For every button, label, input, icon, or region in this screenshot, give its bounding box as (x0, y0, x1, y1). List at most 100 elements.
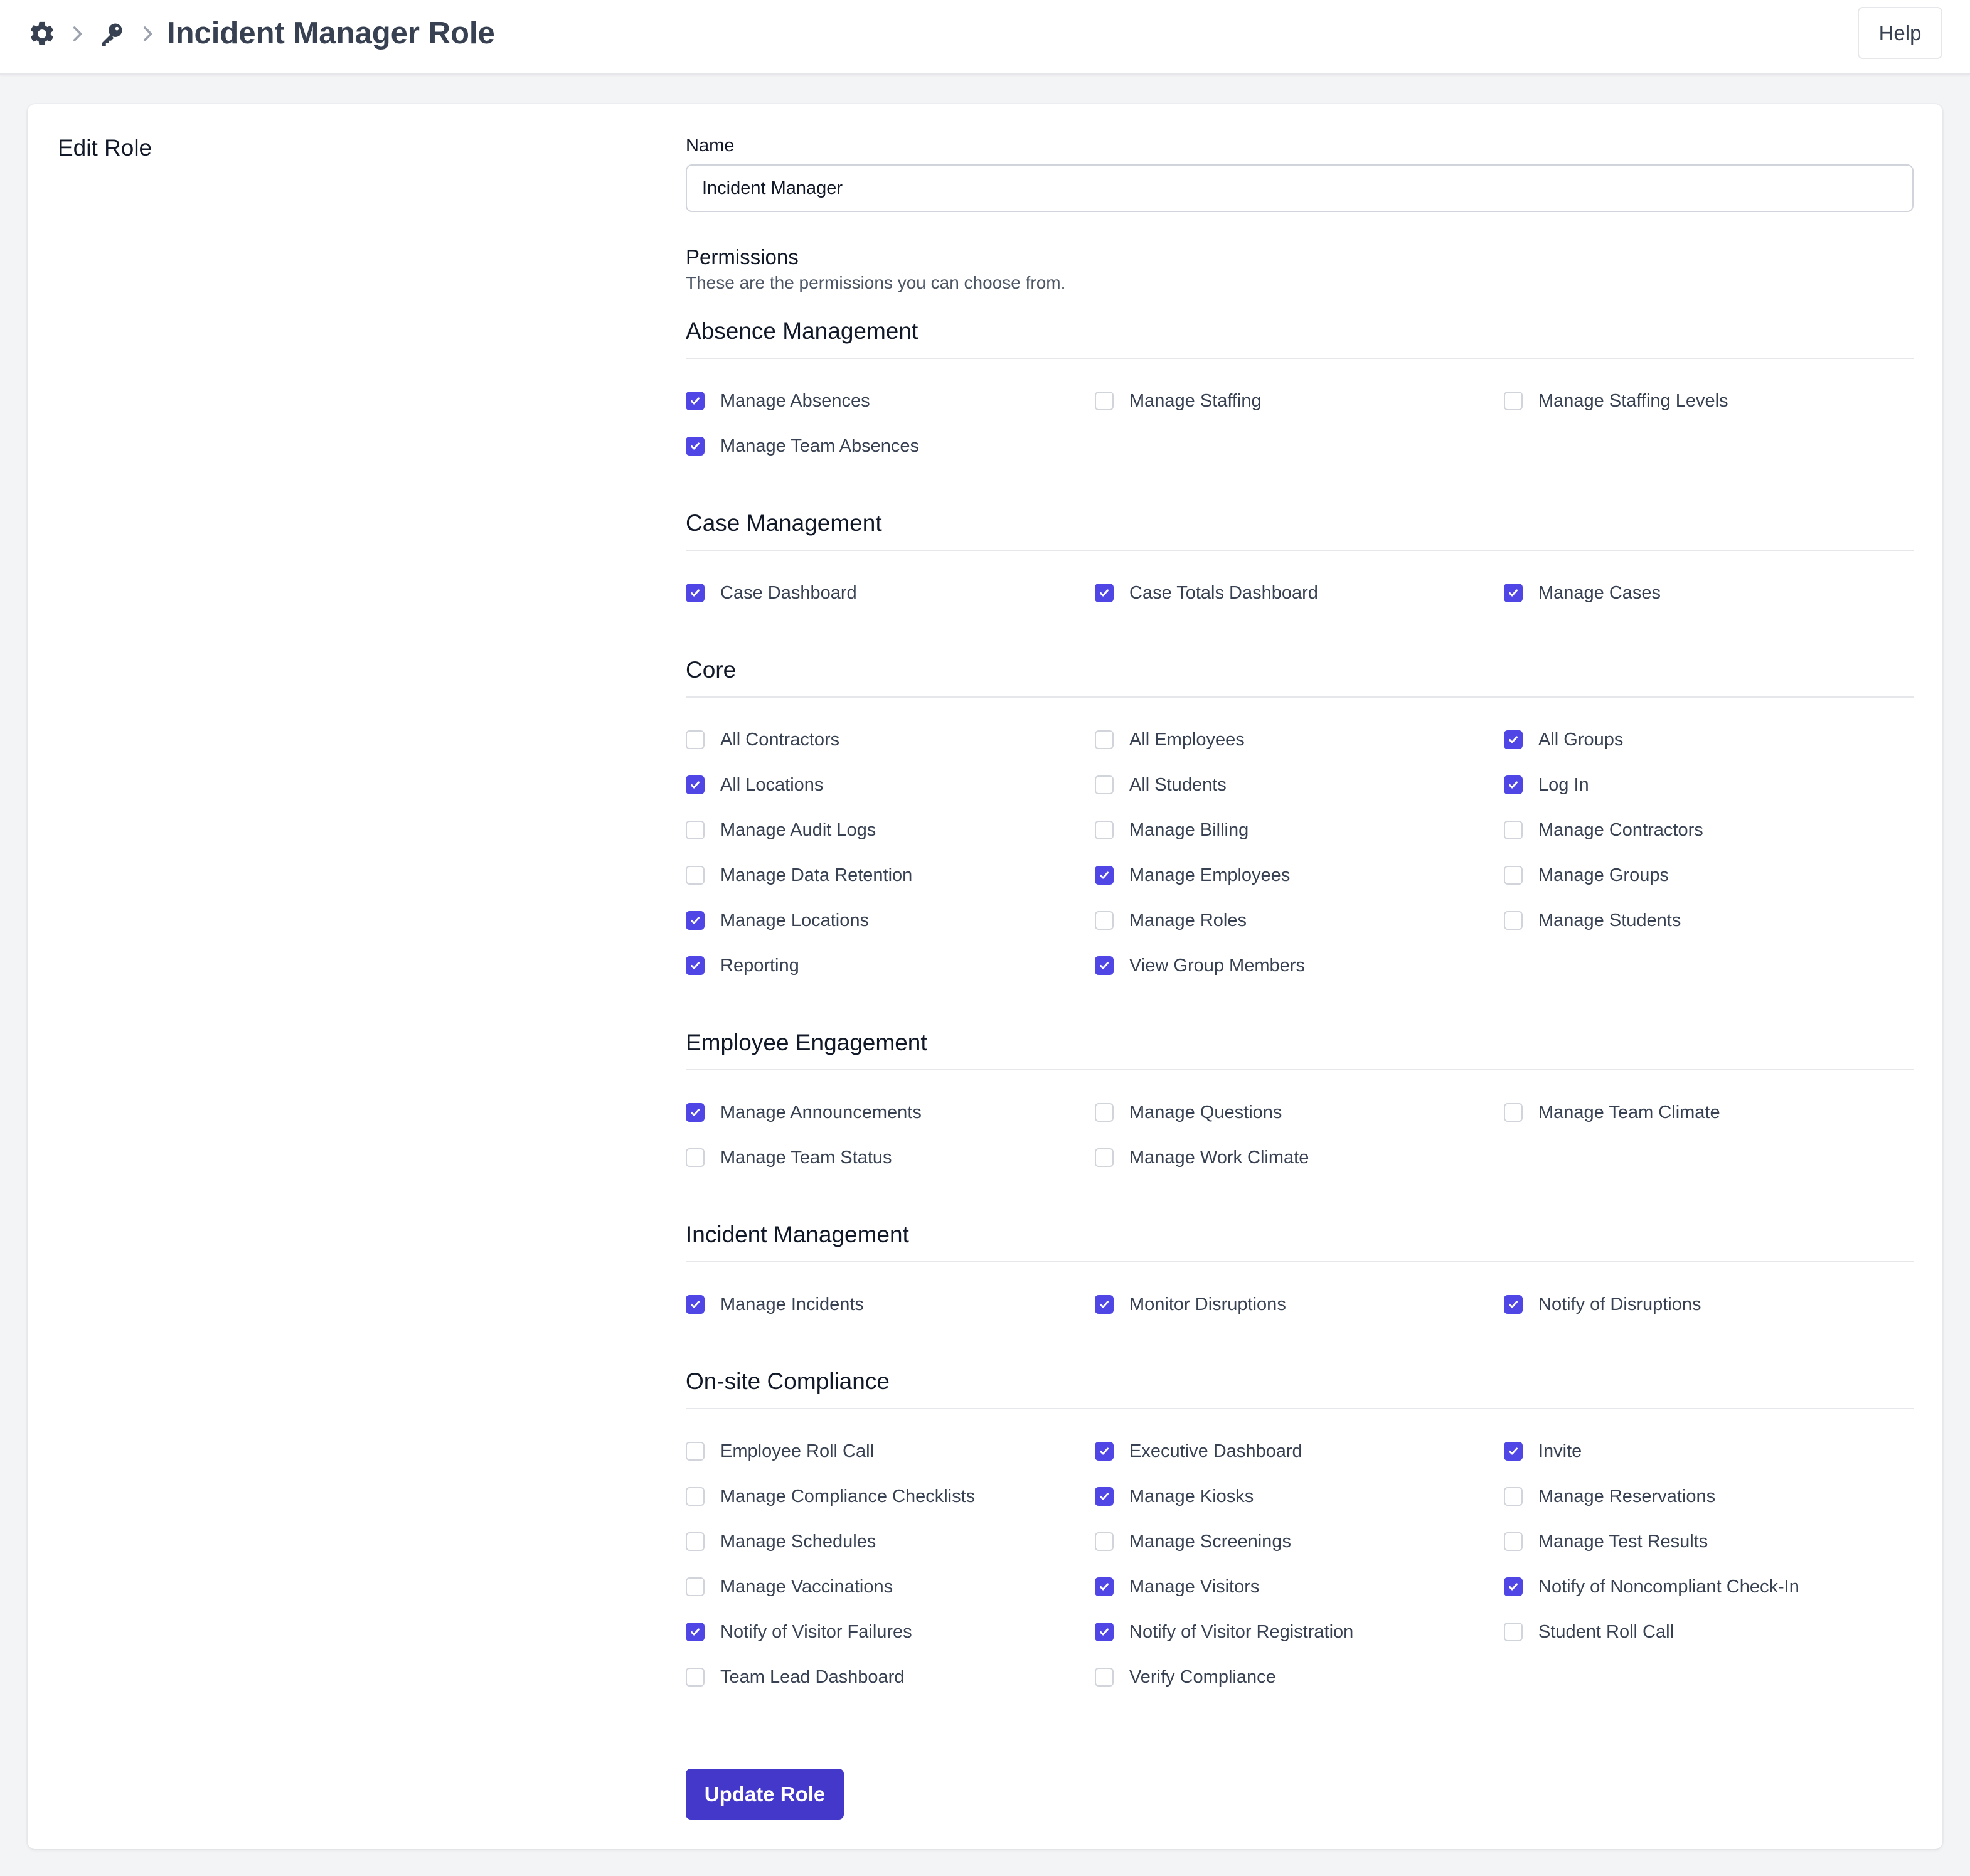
permission-checkbox[interactable] (1095, 866, 1114, 885)
permission-monitor-disruptions[interactable]: Monitor Disruptions (1095, 1292, 1286, 1317)
permission-checkbox[interactable] (1095, 1442, 1114, 1461)
help-button[interactable]: Help (1858, 7, 1942, 59)
permission-manage-locations[interactable]: Manage Locations (686, 908, 869, 933)
permission-manage-audit-logs[interactable]: Manage Audit Logs (686, 818, 876, 843)
permission-checkbox[interactable] (1504, 1532, 1523, 1551)
permission-invite[interactable]: Invite (1504, 1439, 1582, 1464)
permission-checkbox[interactable] (1095, 1532, 1114, 1551)
permission-checkbox[interactable] (1095, 1103, 1114, 1122)
permission-checkbox[interactable] (1504, 1577, 1523, 1596)
permission-manage-vaccinations[interactable]: Manage Vaccinations (686, 1574, 893, 1599)
permission-manage-announcements[interactable]: Manage Announcements (686, 1100, 922, 1125)
permission-manage-contractors[interactable]: Manage Contractors (1504, 818, 1703, 843)
permission-checkbox[interactable] (1095, 1487, 1114, 1506)
permission-manage-questions[interactable]: Manage Questions (1095, 1100, 1282, 1125)
permission-manage-staffing[interactable]: Manage Staffing (1095, 388, 1262, 413)
permission-checkbox[interactable] (1504, 866, 1523, 885)
permission-manage-staffing-levels[interactable]: Manage Staffing Levels (1504, 388, 1728, 413)
permission-checkbox[interactable] (686, 392, 705, 410)
permission-checkbox[interactable] (1095, 956, 1114, 975)
permission-employee-roll-call[interactable]: Employee Roll Call (686, 1439, 874, 1464)
permission-checkbox[interactable] (1095, 911, 1114, 930)
permission-executive-dashboard[interactable]: Executive Dashboard (1095, 1439, 1302, 1464)
permission-manage-cases[interactable]: Manage Cases (1504, 580, 1661, 605)
permission-checkbox[interactable] (1095, 392, 1114, 410)
permission-manage-work-climate[interactable]: Manage Work Climate (1095, 1145, 1309, 1170)
permission-manage-team-status[interactable]: Manage Team Status (686, 1145, 892, 1170)
permission-manage-employees[interactable]: Manage Employees (1095, 863, 1290, 888)
permission-checkbox[interactable] (1504, 821, 1523, 839)
key-icon[interactable] (97, 19, 126, 48)
permission-checkbox[interactable] (686, 911, 705, 930)
permission-checkbox[interactable] (1095, 584, 1114, 602)
permission-checkbox[interactable] (686, 437, 705, 456)
permission-checkbox[interactable] (686, 956, 705, 975)
permission-log-in[interactable]: Log In (1504, 772, 1589, 797)
permission-checkbox[interactable] (686, 1103, 705, 1122)
permission-checkbox[interactable] (1504, 1103, 1523, 1122)
permission-checkbox[interactable] (1504, 392, 1523, 410)
permission-all-locations[interactable]: All Locations (686, 772, 823, 797)
permission-case-totals-dashboard[interactable]: Case Totals Dashboard (1095, 580, 1318, 605)
permission-case-dashboard[interactable]: Case Dashboard (686, 580, 857, 605)
permission-checkbox[interactable] (686, 821, 705, 839)
permission-manage-team-climate[interactable]: Manage Team Climate (1504, 1100, 1720, 1125)
permission-checkbox[interactable] (686, 1442, 705, 1461)
permission-checkbox[interactable] (1095, 730, 1114, 749)
permission-checkbox[interactable] (686, 1668, 705, 1687)
permission-checkbox[interactable] (1504, 775, 1523, 794)
permission-checkbox[interactable] (1095, 1623, 1114, 1641)
permission-checkbox[interactable] (686, 1577, 705, 1596)
permission-manage-students[interactable]: Manage Students (1504, 908, 1681, 933)
permission-view-group-members[interactable]: View Group Members (1095, 953, 1305, 978)
permission-checkbox[interactable] (1095, 821, 1114, 839)
permission-notify-of-noncompliant-check-in[interactable]: Notify of Noncompliant Check-In (1504, 1574, 1799, 1599)
permission-manage-test-results[interactable]: Manage Test Results (1504, 1529, 1708, 1554)
permission-checkbox[interactable] (1504, 1295, 1523, 1314)
permission-manage-kiosks[interactable]: Manage Kiosks (1095, 1484, 1254, 1509)
permission-manage-team-absences[interactable]: Manage Team Absences (686, 434, 919, 459)
permission-checkbox[interactable] (686, 730, 705, 749)
permission-student-roll-call[interactable]: Student Roll Call (1504, 1619, 1674, 1644)
permission-manage-groups[interactable]: Manage Groups (1504, 863, 1669, 888)
gear-icon[interactable] (28, 19, 56, 48)
permission-reporting[interactable]: Reporting (686, 953, 799, 978)
permission-checkbox[interactable] (1504, 584, 1523, 602)
permission-checkbox[interactable] (686, 1148, 705, 1167)
permission-manage-screenings[interactable]: Manage Screenings (1095, 1529, 1291, 1554)
update-role-button[interactable]: Update Role (686, 1769, 844, 1820)
permission-checkbox[interactable] (686, 1623, 705, 1641)
permission-manage-schedules[interactable]: Manage Schedules (686, 1529, 876, 1554)
permission-checkbox[interactable] (1095, 1668, 1114, 1687)
permission-all-contractors[interactable]: All Contractors (686, 727, 839, 752)
permission-checkbox[interactable] (1095, 1148, 1114, 1167)
permission-checkbox[interactable] (686, 866, 705, 885)
permission-checkbox[interactable] (1504, 1442, 1523, 1461)
permission-checkbox[interactable] (1504, 1623, 1523, 1641)
permission-manage-roles[interactable]: Manage Roles (1095, 908, 1247, 933)
permission-manage-absences[interactable]: Manage Absences (686, 388, 870, 413)
permission-checkbox[interactable] (1504, 730, 1523, 749)
permission-all-students[interactable]: All Students (1095, 772, 1227, 797)
permission-checkbox[interactable] (1095, 775, 1114, 794)
permission-notify-of-disruptions[interactable]: Notify of Disruptions (1504, 1292, 1701, 1317)
permission-checkbox[interactable] (1504, 1487, 1523, 1506)
permission-checkbox[interactable] (686, 1487, 705, 1506)
permission-checkbox[interactable] (686, 775, 705, 794)
permission-manage-compliance-checklists[interactable]: Manage Compliance Checklists (686, 1484, 975, 1509)
permission-checkbox[interactable] (1095, 1577, 1114, 1596)
name-input[interactable] (686, 164, 1914, 212)
permission-notify-of-visitor-registration[interactable]: Notify of Visitor Registration (1095, 1619, 1353, 1644)
permission-checkbox[interactable] (686, 1532, 705, 1551)
permission-manage-reservations[interactable]: Manage Reservations (1504, 1484, 1715, 1509)
permission-manage-incidents[interactable]: Manage Incidents (686, 1292, 864, 1317)
permission-all-employees[interactable]: All Employees (1095, 727, 1245, 752)
permission-verify-compliance[interactable]: Verify Compliance (1095, 1665, 1276, 1690)
permission-checkbox[interactable] (686, 584, 705, 602)
permission-checkbox[interactable] (1504, 911, 1523, 930)
permission-checkbox[interactable] (686, 1295, 705, 1314)
permission-all-groups[interactable]: All Groups (1504, 727, 1623, 752)
permission-team-lead-dashboard[interactable]: Team Lead Dashboard (686, 1665, 904, 1690)
permission-manage-data-retention[interactable]: Manage Data Retention (686, 863, 912, 888)
permission-manage-billing[interactable]: Manage Billing (1095, 818, 1249, 843)
